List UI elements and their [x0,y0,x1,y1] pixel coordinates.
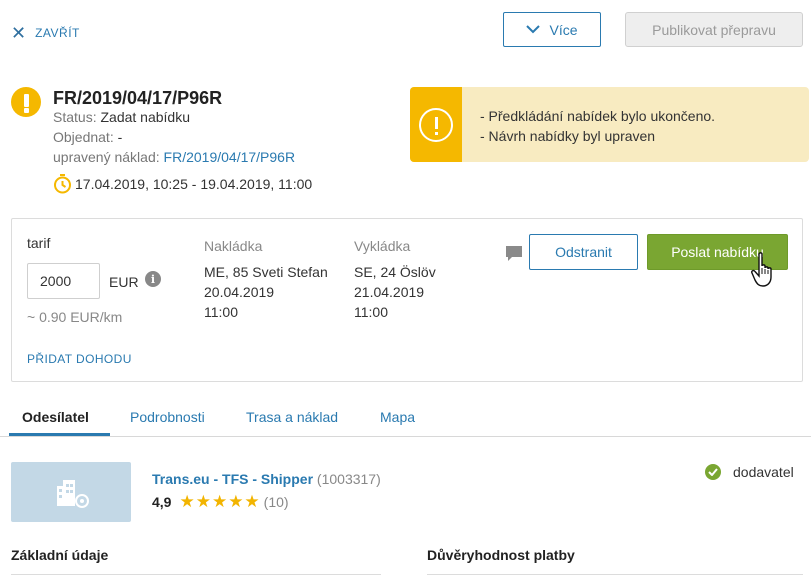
payment-trust-heading: Důvěryhodnost platby [427,547,575,563]
chevron-down-icon [526,25,541,34]
alert-side [410,87,462,162]
company-rating: 4,9 ★★★★★ (10) [152,492,289,512]
publish-button[interactable]: Publikovat přepravu [625,12,803,47]
unloading-place: SE, 24 Öslöv [354,264,436,280]
unloading-date: 21.04.2019 [354,284,425,300]
company-id: (1003317) [316,471,381,487]
comment-icon[interactable] [504,245,524,263]
modified-freight-link[interactable]: FR/2019/04/17/P96R [164,149,296,165]
tab-details[interactable]: Podrobnosti [130,409,205,425]
freight-reference: FR/2019/04/17/P96R [53,88,223,108]
alert-message: - Předkládání nabídek bylo ukončeno. [480,108,716,124]
alert-messages: - Předkládání nabídek bylo ukončeno. - N… [480,106,715,146]
tab-map[interactable]: Mapa [380,409,415,425]
alert-box: - Předkládání nabídek bylo ukončeno. - N… [410,87,809,162]
ordered-line: Objednat: - [53,129,122,145]
unloading-column: Vykládka SE, 24 Öslöv 21.04.2019 11:00 [354,236,436,322]
unloading-time: 11:00 [354,304,388,320]
remove-button[interactable]: Odstranit [529,234,638,270]
stopwatch-icon [54,174,71,194]
add-deal-link[interactable]: PŘIDAT DOHODU [27,352,132,366]
publish-label: Publikovat přepravu [652,21,776,38]
rating-count[interactable]: (10) [264,494,289,510]
close-icon: ✕ [11,23,27,43]
alert-message: - Návrh nabídky byl upraven [480,128,656,144]
tarif-label: tarif [27,235,51,251]
hand-cursor-icon [751,252,772,287]
supplier-badge: dodavatel [705,464,794,480]
date-range: 17.04.2019, 10:25 - 19.04.2019, 11:00 [53,174,312,194]
exclamation-icon [419,107,453,142]
company-name-link[interactable]: Trans.eu - TFS - Shipper (1003317) [152,471,381,487]
company-name: Trans.eu - TFS - Shipper [152,471,314,487]
active-tab-indicator [9,433,110,436]
currency-label: EUR [109,274,139,290]
loading-label: Nakládka [204,238,263,254]
tarif-input[interactable] [27,263,100,299]
send-offer-label: Poslat nabídku [671,244,764,260]
top-bar: ✕ ZAVŘÍT Více Publikovat přepravu [0,0,811,62]
more-button[interactable]: Více [503,12,601,47]
building-icon [57,480,89,508]
check-icon [705,464,721,480]
ordered-label: Objednat: [53,129,114,145]
section-divider [427,574,803,575]
info-icon[interactable]: i [145,271,161,287]
detail-tabs: Odesílatel Podrobnosti Trasa a náklad Ma… [0,399,811,437]
status-value: Zadat nabídku [100,109,190,125]
loading-column: Nakládka ME, 85 Sveti Stefan 20.04.2019 … [204,236,328,322]
rating-value: 4,9 [152,494,172,510]
company-logo [11,462,131,522]
tab-sender[interactable]: Odesílatel [22,409,89,425]
status-line: Status: Zadat nabídku [53,109,190,125]
ordered-value: - [117,129,123,145]
remove-label: Odstranit [555,244,612,260]
price-per-km: ~ 0.90 EUR/km [27,309,123,325]
loading-place: ME, 85 Sveti Stefan [204,264,328,280]
modified-line: upravený náklad: FR/2019/04/17/P96R [53,149,295,165]
section-divider [11,574,381,575]
basic-info-heading: Základní údaje [11,547,109,563]
unloading-label: Vykládka [354,238,411,254]
offer-card: tarif EUR i ~ 0.90 EUR/km PŘIDAT DOHODU … [11,218,803,382]
date-range-text: 17.04.2019, 10:25 - 19.04.2019, 11:00 [75,176,313,192]
close-button[interactable]: ✕ ZAVŘÍT [11,23,80,43]
loading-time: 11:00 [204,304,238,320]
status-label: Status: [53,109,97,125]
supplier-label: dodavatel [733,464,794,480]
star-rating-icon: ★★★★★ [179,492,261,511]
close-label: ZAVŘÍT [35,26,80,40]
warning-icon [11,87,41,117]
loading-date: 20.04.2019 [204,284,275,300]
modified-label: upravený náklad: [53,149,160,165]
tab-route-cargo[interactable]: Trasa a náklad [246,409,338,425]
more-label: Více [549,21,578,38]
